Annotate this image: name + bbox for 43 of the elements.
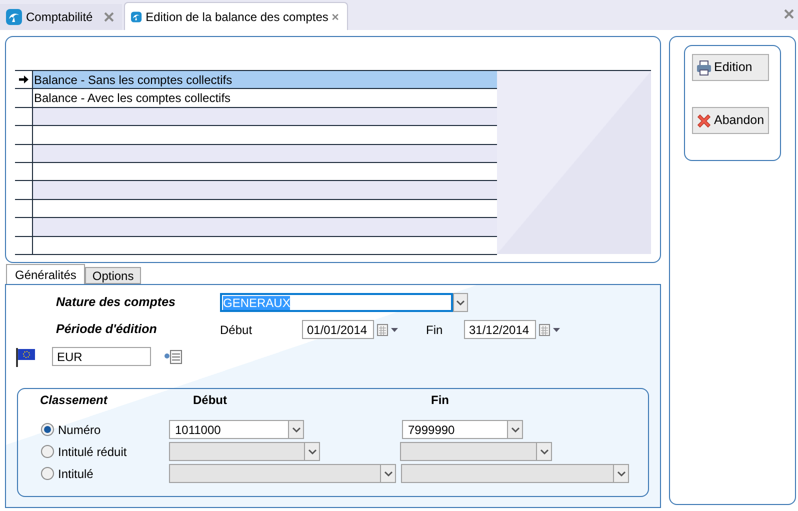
date-field[interactable]: 31/12/2014 [464,320,536,339]
column-heading: Début [193,392,228,409]
option-label: Numéro [58,422,102,438]
combo-field[interactable]: 1011000 [169,420,304,439]
action-button[interactable]: Abandon [692,107,769,134]
radio-button[interactable] [41,423,54,436]
list-row[interactable]: Balance - Sans les comptes collectifs [33,71,497,88]
combo-field[interactable]: 7999990 [402,420,523,439]
combo-field[interactable] [401,464,629,483]
option-label: Intitulé [58,466,94,482]
dropdown-icon[interactable] [536,443,551,460]
column-heading: Fin [431,392,449,409]
field-label: Fin [426,322,444,338]
printer-icon [696,60,712,76]
list-icon[interactable] [164,350,183,364]
window-tab[interactable]: Comptabilité [0,4,122,30]
action-button[interactable]: Edition [692,54,769,81]
calendar-icon[interactable] [539,324,561,336]
field-label: Début [220,322,254,338]
close-icon[interactable] [784,9,794,19]
calendar-icon[interactable] [377,324,399,336]
group-title: Classement [40,392,109,409]
app-logo-icon [6,9,22,25]
currency-field[interactable]: EUR [52,347,151,366]
combo-field[interactable] [400,442,552,461]
flag-icon [16,346,36,366]
field-label: Période d'édition [56,321,158,338]
cancel-icon [696,112,712,128]
form-tab[interactable]: Généralités [6,264,86,284]
nature-value: GENERAUX [223,296,290,310]
dropdown-icon[interactable] [453,293,468,312]
form-tab[interactable]: Options [85,267,141,284]
close-icon[interactable] [104,12,114,22]
app-logo-icon [131,8,142,24]
close-icon[interactable] [332,12,339,22]
option-label: Intitulé réduit [58,444,128,460]
dropdown-icon[interactable] [507,421,522,438]
window-tab[interactable]: Edition de la balance des comptes [124,2,348,30]
dropdown-icon[interactable] [288,421,303,438]
dropdown-icon[interactable] [613,465,628,482]
date-field[interactable]: 01/01/2014 [302,320,374,339]
field-label: Nature des comptes [56,294,176,312]
row-pointer-icon [18,75,28,84]
